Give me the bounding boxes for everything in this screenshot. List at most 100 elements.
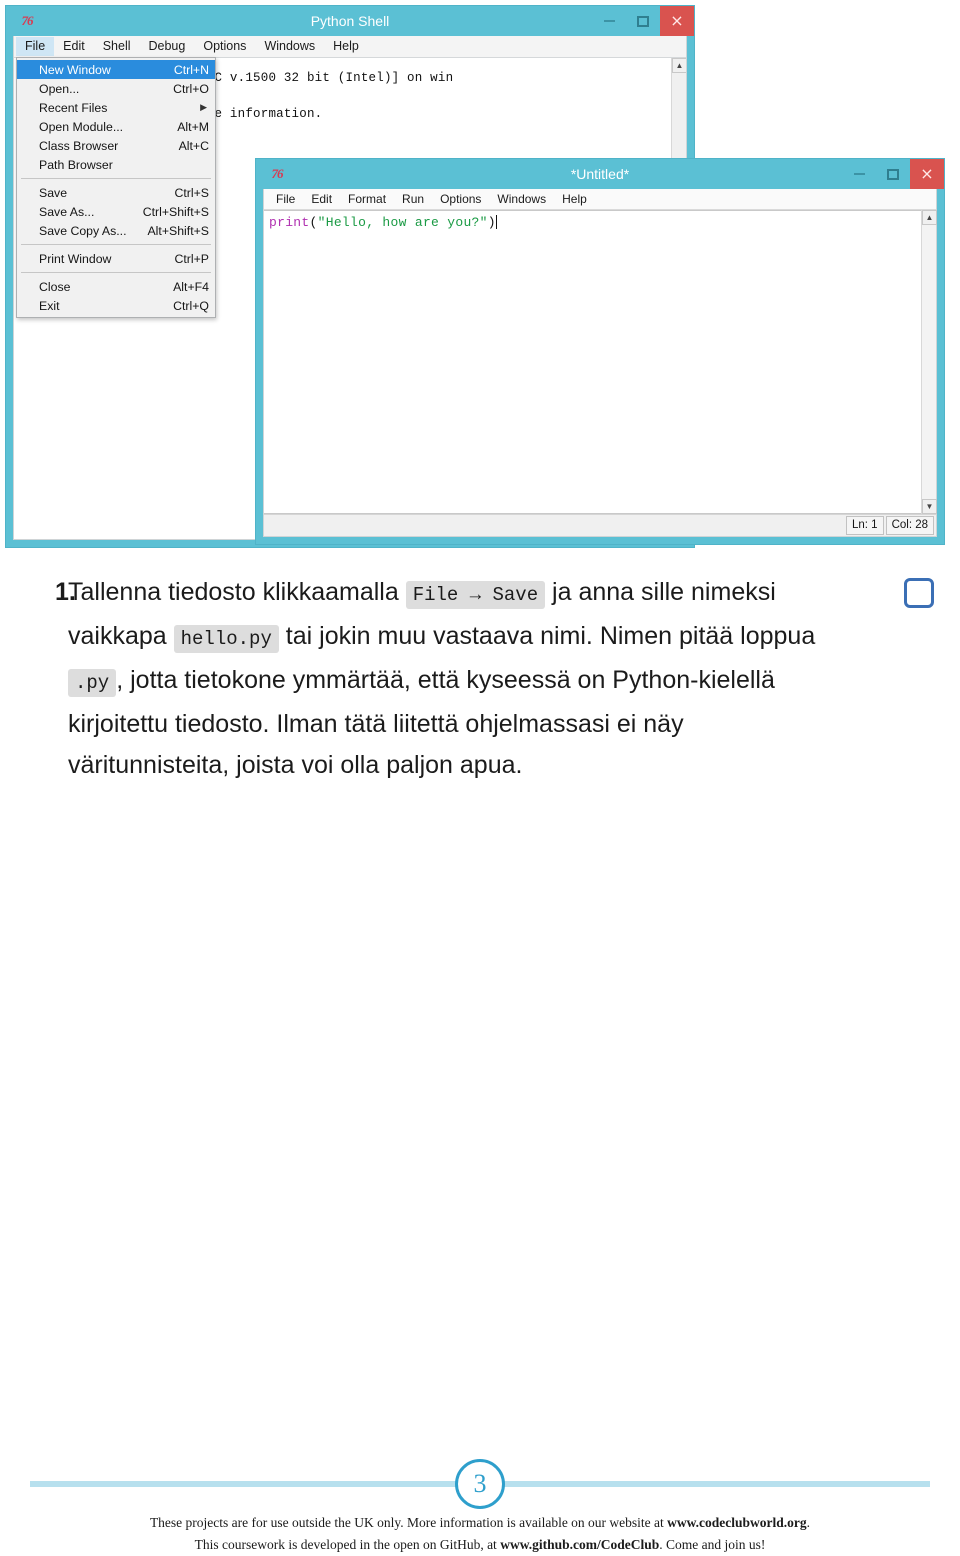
- editor-scrollbar[interactable]: ▲ ▼: [921, 210, 937, 514]
- shell-menubar: File Edit Shell Debug Options Windows He…: [14, 36, 686, 58]
- minimize-icon[interactable]: [592, 6, 626, 36]
- footer-text: These projects are for use outside the U…: [0, 1512, 960, 1556]
- editor-menu-windows[interactable]: Windows: [489, 191, 554, 207]
- footer-github-path[interactable]: /CodeClub: [597, 1537, 659, 1552]
- shell-menu-shell[interactable]: Shell: [94, 37, 140, 57]
- menu-item-accel: Ctrl+S: [174, 185, 209, 200]
- editor-menu-help[interactable]: Help: [554, 191, 595, 207]
- scroll-up-icon[interactable]: ▲: [922, 210, 937, 225]
- python-idle-icon: 76: [271, 166, 284, 181]
- menu-item-accel: Alt+F4: [173, 279, 209, 294]
- menu-item-save-copy-as[interactable]: Save Copy As... Alt+Shift+S: [17, 221, 215, 240]
- status-line-number: Ln: 1: [845, 516, 884, 535]
- menu-item-path-browser[interactable]: Path Browser: [17, 155, 215, 174]
- instruction-text: Tallenna tiedosto klikkaamalla File → Sa…: [68, 572, 845, 786]
- editor-menu-edit[interactable]: Edit: [303, 191, 340, 207]
- code-badge-file-save: File → Save: [405, 581, 546, 609]
- shell-menu-windows[interactable]: Windows: [255, 37, 324, 57]
- editor-statusbar: Ln: 1 Col: 28: [264, 514, 936, 536]
- code-badge-hello-py: hello.py: [173, 625, 279, 653]
- shell-menu-edit[interactable]: Edit: [54, 37, 94, 57]
- footer-github-domain[interactable]: www.github.com: [500, 1537, 597, 1552]
- instruction-part-1: Tallenna tiedosto klikkaamalla: [68, 578, 406, 606]
- shell-window-controls: ×: [592, 6, 694, 36]
- menu-item-accel: Alt+Shift+S: [147, 223, 209, 238]
- menu-item-label: Open...: [39, 81, 80, 96]
- menu-item-label: Save: [39, 185, 68, 200]
- editor-menubar: File Edit Format Run Options Windows Hel…: [264, 189, 936, 210]
- menu-item-save-as[interactable]: Save As... Ctrl+Shift+S: [17, 202, 215, 221]
- scroll-up-icon[interactable]: ▲: [672, 58, 686, 73]
- editor-menu-run[interactable]: Run: [394, 191, 432, 207]
- minimize-icon[interactable]: [842, 159, 876, 189]
- menu-item-open-module[interactable]: Open Module... Alt+M: [17, 117, 215, 136]
- code-badge-py-extension: .py: [68, 669, 117, 697]
- editor-menu-format[interactable]: Format: [340, 191, 394, 207]
- close-icon[interactable]: ×: [660, 6, 694, 36]
- menu-item-label: Recent Files: [39, 100, 108, 115]
- shell-window-title: Python Shell: [310, 13, 390, 29]
- menu-item-accel: Ctrl+N: [173, 62, 209, 77]
- menu-separator: [21, 178, 211, 179]
- menu-item-accel: Ctrl+Shift+S: [142, 204, 209, 219]
- shell-menu-options[interactable]: Options: [194, 37, 255, 57]
- footer-line-1: These projects are for use outside the U…: [0, 1512, 960, 1534]
- menu-separator: [21, 244, 211, 245]
- menu-item-accel: Ctrl+O: [173, 81, 209, 96]
- footer-line-1-a: These projects are for use outside the U…: [149, 1515, 668, 1530]
- code-token-close-paren: ): [487, 215, 496, 230]
- code-editor-area[interactable]: print("Hello, how are you?"): [264, 210, 936, 514]
- editor-window-controls: ×: [842, 159, 944, 189]
- code-token-open-paren: (: [309, 215, 318, 230]
- footer-website-link[interactable]: www.codeclubworld.org: [667, 1515, 807, 1530]
- menu-item-label: Print Window: [39, 251, 112, 266]
- step-number: 1.: [55, 578, 76, 606]
- code-token-function: print: [269, 215, 310, 230]
- shell-menu-file[interactable]: File: [16, 36, 55, 57]
- menu-item-label: Exit: [39, 298, 60, 313]
- menu-item-accel: Ctrl+Q: [173, 298, 209, 313]
- footer-line-2-d: . Come and join us!: [659, 1537, 766, 1552]
- menu-item-label: Path Browser: [39, 157, 113, 172]
- menu-item-save[interactable]: Save Ctrl+S: [17, 183, 215, 202]
- editor-menu-options[interactable]: Options: [432, 191, 489, 207]
- menu-item-label: Open Module...: [39, 119, 124, 134]
- menu-item-new-window[interactable]: New Window Ctrl+N: [17, 60, 215, 79]
- shell-menu-help[interactable]: Help: [324, 37, 368, 57]
- chevron-right-icon: ▶: [200, 102, 207, 112]
- menu-item-label: Save Copy As...: [39, 223, 127, 238]
- footer-line-1-c: .: [806, 1515, 811, 1530]
- close-icon[interactable]: ×: [910, 159, 944, 189]
- python-idle-icon: 76: [21, 13, 34, 28]
- menu-item-label: New Window: [39, 62, 111, 77]
- menu-item-label: Class Browser: [39, 138, 119, 153]
- maximize-icon[interactable]: [626, 6, 660, 36]
- maximize-icon[interactable]: [876, 159, 910, 189]
- shell-menu-debug[interactable]: Debug: [140, 37, 195, 57]
- shell-titlebar[interactable]: 76 Python Shell ×: [6, 6, 694, 36]
- footer-line-2-a: This coursework is developed in the open…: [194, 1537, 501, 1552]
- menu-item-label: Close: [39, 279, 71, 294]
- step-checkbox[interactable]: [904, 578, 934, 608]
- menu-item-label: Save As...: [39, 204, 95, 219]
- page-number-badge: 3: [455, 1459, 505, 1509]
- menu-item-print-window[interactable]: Print Window Ctrl+P: [17, 249, 215, 268]
- menu-item-class-browser[interactable]: Class Browser Alt+C: [17, 136, 215, 155]
- menu-item-recent-files[interactable]: Recent Files ▶: [17, 98, 215, 117]
- editor-body: File Edit Format Run Options Windows Hel…: [263, 189, 937, 537]
- menu-item-exit[interactable]: Exit Ctrl+Q: [17, 296, 215, 315]
- editor-menu-file[interactable]: File: [268, 191, 303, 207]
- status-column-number: Col: 28: [885, 516, 934, 535]
- menu-separator: [21, 272, 211, 273]
- menu-item-accel: Ctrl+P: [174, 251, 209, 266]
- editor-titlebar[interactable]: 76 *Untitled* ×: [256, 159, 944, 189]
- code-line-1: print("Hello, how are you?"): [264, 211, 936, 230]
- menu-item-accel: Alt+M: [177, 119, 209, 134]
- footer-line-2: This coursework is developed in the open…: [0, 1534, 960, 1556]
- menu-item-open[interactable]: Open... Ctrl+O: [17, 79, 215, 98]
- scroll-down-icon[interactable]: ▼: [922, 499, 937, 514]
- file-dropdown-menu[interactable]: New Window Ctrl+N Open... Ctrl+O Recent …: [16, 57, 216, 318]
- untitled-editor-window[interactable]: 76 *Untitled* × File Edit Format Run Opt…: [255, 158, 945, 545]
- menu-item-close[interactable]: Close Alt+F4: [17, 277, 215, 296]
- instruction-part-3: tai jokin muu vastaava nimi. Nimen pitää…: [278, 622, 816, 650]
